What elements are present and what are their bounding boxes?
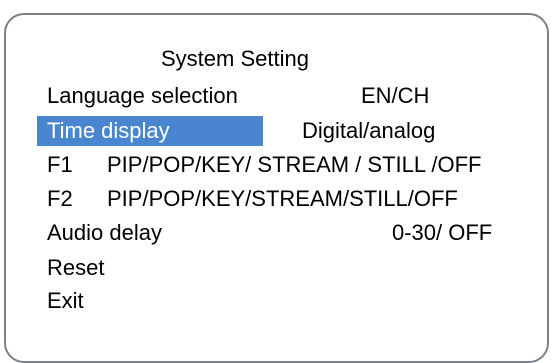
menu-item-value: EN/CH xyxy=(361,83,430,108)
menu-item-key: F1 xyxy=(47,152,73,177)
menu-item-label: Reset xyxy=(47,255,105,280)
menu-item-audio-delay[interactable]: Audio delay 0-30/ OFF xyxy=(6,218,547,248)
menu-item-key: F2 xyxy=(47,186,73,211)
system-setting-menu: System Setting Language selection EN/CH … xyxy=(4,13,549,363)
menu-item-f2[interactable]: F2 PIP/POP/KEY/STREAM/STILL/OFF xyxy=(6,184,547,214)
menu-item-value: 0-30/ OFF xyxy=(392,220,493,245)
menu-item-language-selection[interactable]: Language selection EN/CH xyxy=(6,81,547,111)
menu-item-value: PIP/POP/KEY/STREAM/STILL/OFF xyxy=(107,186,458,211)
menu-item-label: Time display xyxy=(47,118,170,143)
menu-item-reset[interactable]: Reset xyxy=(6,253,547,283)
menu-item-label: Language selection xyxy=(47,83,238,108)
menu-item-exit[interactable]: Exit xyxy=(6,286,547,316)
menu-item-value: PIP/POP/KEY/ STREAM / STILL /OFF xyxy=(107,152,482,177)
menu-item-label: Exit xyxy=(47,288,84,313)
menu-title: System Setting xyxy=(161,46,309,71)
menu-item-label: Audio delay xyxy=(47,220,162,245)
menu-item-time-display[interactable]: Time display Digital/analog xyxy=(6,116,547,146)
menu-item-value: Digital/analog xyxy=(302,118,436,143)
menu-item-f1[interactable]: F1 PIP/POP/KEY/ STREAM / STILL /OFF xyxy=(6,150,547,180)
